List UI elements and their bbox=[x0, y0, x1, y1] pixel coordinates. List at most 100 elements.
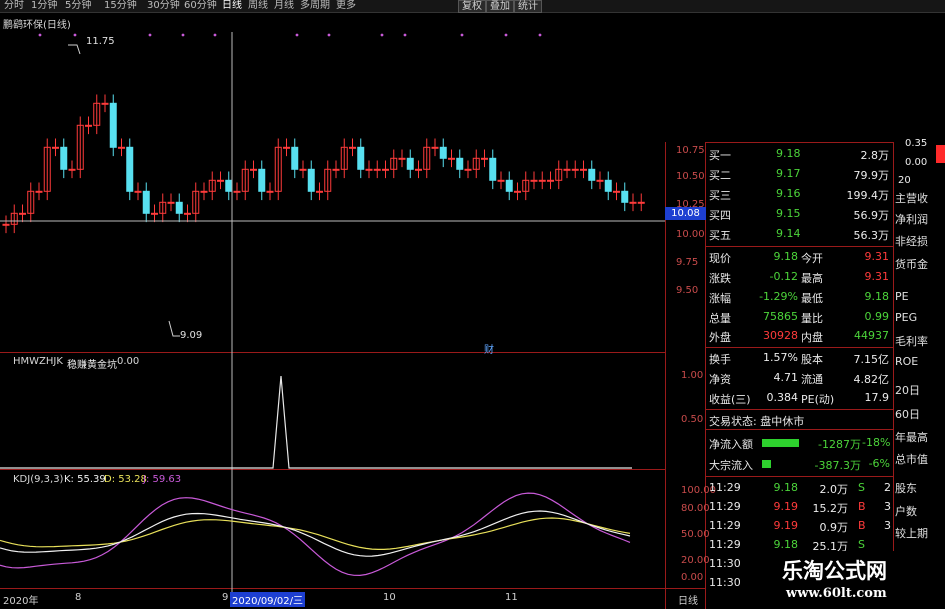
candle-body bbox=[373, 168, 381, 171]
flow-bottom-border bbox=[706, 476, 893, 477]
bid5-volume: 56.3万 bbox=[853, 229, 890, 242]
trade-status: 交易状态: 盘中休市 bbox=[709, 415, 805, 428]
pe-value: 17.9 bbox=[864, 391, 890, 404]
candle-body bbox=[316, 190, 323, 193]
candle-body bbox=[563, 168, 571, 171]
side-menu-item[interactable]: 60日 bbox=[895, 406, 920, 422]
block-inflow-pct: -6% bbox=[868, 457, 890, 470]
candle-body bbox=[307, 168, 315, 192]
indicator1-value: 0.00 bbox=[117, 356, 140, 367]
block-inflow-label: 大宗流入 bbox=[709, 459, 753, 472]
side-menu-item[interactable]: 货币金 bbox=[895, 256, 928, 272]
net-inflow-bar bbox=[762, 439, 799, 447]
kdj-level-20: 20.00 bbox=[681, 555, 710, 566]
side-menu-item[interactable]: 户数 bbox=[895, 503, 917, 519]
quote-ratio-label: 量比 bbox=[801, 312, 823, 325]
quote-pct-label: 涨幅 bbox=[709, 292, 731, 305]
candle-body bbox=[497, 179, 505, 182]
bid3-price: 9.16 bbox=[776, 187, 801, 200]
net-inflow-label: 净流入额 bbox=[709, 438, 753, 451]
price-level-975: 9.75 bbox=[676, 257, 699, 268]
bid4-volume: 56.9万 bbox=[853, 209, 890, 222]
site-watermark: 乐淘公式网 www.60lt.com bbox=[760, 551, 945, 609]
price-level-1075: 10.75 bbox=[676, 145, 705, 156]
candle-body bbox=[142, 190, 150, 214]
candle-body bbox=[448, 157, 455, 160]
hmwzhjk-line bbox=[0, 375, 632, 469]
x-axis-nov: 11 bbox=[505, 592, 518, 603]
x-axis-year: 2020年 bbox=[3, 596, 39, 607]
quote-inner-value: 44937 bbox=[854, 329, 889, 342]
side-menu-item[interactable]: 总市值 bbox=[895, 451, 928, 467]
tick-count: 2 bbox=[884, 481, 891, 494]
side-menu-item[interactable]: 主营收 bbox=[895, 190, 928, 206]
side-menu-item[interactable]: PEG bbox=[895, 311, 917, 324]
kdj-name[interactable]: KDJ(9,3,3) bbox=[13, 474, 63, 485]
candle-body bbox=[349, 146, 356, 149]
bid5-price: 9.14 bbox=[776, 227, 801, 240]
tick-price: 9.19 bbox=[773, 519, 799, 532]
candle-body bbox=[332, 168, 340, 171]
bid3-volume: 199.4万 bbox=[846, 189, 890, 202]
tick-count: 3 bbox=[884, 519, 891, 532]
tick-time: 11:30 bbox=[709, 576, 741, 589]
tick-time: 11:29 bbox=[709, 519, 741, 532]
net-inflow-value: -1287万 bbox=[818, 438, 861, 451]
net-asset-label: 净资 bbox=[709, 373, 731, 386]
financial-report-marker[interactable]: 财 bbox=[484, 341, 494, 356]
signal-dot bbox=[181, 33, 185, 37]
candle-body bbox=[580, 168, 587, 171]
side-menu-item[interactable]: 净利润 bbox=[895, 211, 928, 227]
side-menu-item[interactable]: 股东 bbox=[895, 480, 917, 496]
side-menu-item[interactable]: 年最高 bbox=[895, 429, 928, 445]
kdj-k-value: K: 55.39 bbox=[64, 474, 106, 485]
indicator1-name[interactable]: HMWZHJK bbox=[13, 356, 63, 367]
block-inflow-bar bbox=[762, 460, 771, 468]
kdj-d-value: D: 53.28 bbox=[104, 474, 147, 485]
mini-bar bbox=[936, 145, 945, 163]
side-menu-item[interactable]: ROE bbox=[895, 355, 918, 368]
signal-dot bbox=[403, 33, 407, 37]
bid2-label: 买二 bbox=[709, 169, 731, 182]
float-label: 流通 bbox=[801, 373, 823, 386]
quote-change-label: 涨跌 bbox=[709, 272, 731, 285]
candle-body bbox=[151, 212, 158, 215]
high-price-label: 11.75 bbox=[86, 36, 115, 47]
side-menu-item[interactable]: PE bbox=[895, 290, 909, 303]
high-pointer bbox=[68, 44, 81, 55]
candle-body bbox=[547, 179, 554, 182]
side-menu-item[interactable]: 20日 bbox=[895, 382, 920, 398]
indicator1-level-100: 1.00 bbox=[681, 370, 704, 381]
bid1-label: 买一 bbox=[709, 149, 731, 162]
bid3-label: 买三 bbox=[709, 189, 731, 202]
x-axis-oct: 10 bbox=[383, 592, 396, 603]
bid4-label: 买四 bbox=[709, 209, 731, 222]
quote-outer-value: 30928 bbox=[763, 329, 798, 342]
price-level-950: 9.50 bbox=[676, 285, 699, 296]
mini-value-1: 0.35 bbox=[905, 138, 928, 149]
x-axis-period[interactable]: 日线 bbox=[678, 592, 698, 607]
candle-body bbox=[406, 157, 414, 170]
side-menu-item[interactable]: 较上期 bbox=[895, 525, 928, 541]
candle-body bbox=[85, 124, 92, 127]
low-pointer bbox=[168, 320, 180, 337]
candle-body bbox=[19, 212, 26, 215]
candle-body bbox=[283, 146, 290, 149]
candle-body bbox=[514, 190, 521, 193]
side-menu-item[interactable]: 毛利率 bbox=[895, 333, 928, 349]
low-price-label: 9.09 bbox=[180, 330, 203, 341]
price-level-1000: 10.00 bbox=[676, 229, 705, 240]
candle-body bbox=[431, 146, 439, 149]
tick-side: B bbox=[858, 519, 866, 532]
current-price-tag: 10.08 bbox=[665, 207, 706, 220]
candle-body bbox=[109, 102, 117, 148]
tick-volume: 15.2万 bbox=[812, 502, 849, 515]
side-menu-item[interactable]: 非经损 bbox=[895, 233, 928, 249]
candle-body bbox=[2, 223, 10, 226]
candle-body bbox=[184, 212, 191, 215]
tick-time: 11:29 bbox=[709, 500, 741, 513]
candle-body bbox=[464, 168, 472, 171]
signal-dot bbox=[460, 33, 464, 37]
tick-count: 3 bbox=[884, 500, 891, 513]
candle-body bbox=[604, 179, 612, 192]
